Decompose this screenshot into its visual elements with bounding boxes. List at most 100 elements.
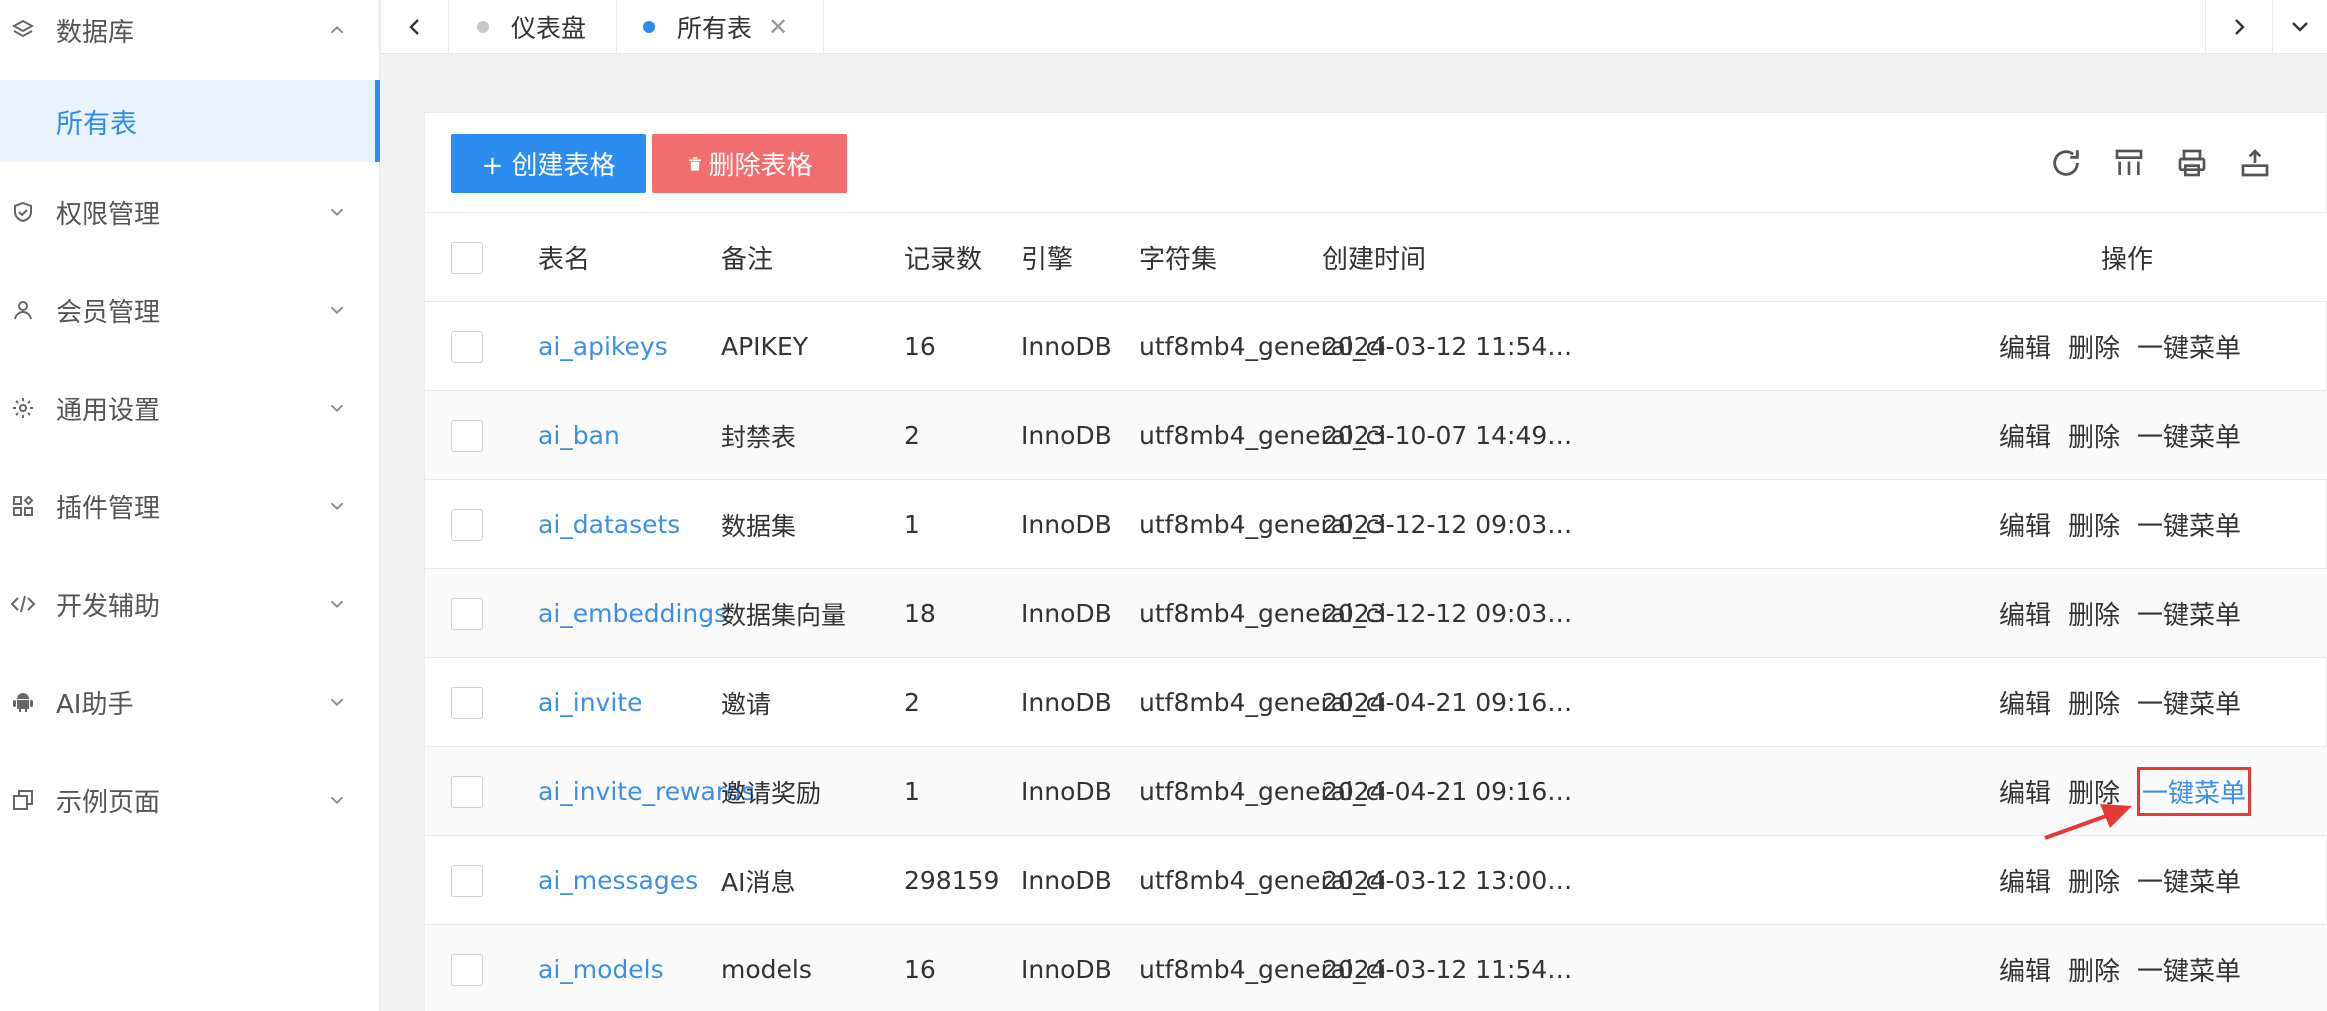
layers-icon <box>10 17 36 43</box>
export-icon <box>2241 149 2269 177</box>
delete-button[interactable]: 删除 <box>2068 506 2120 543</box>
cell-records: 16 <box>904 955 936 984</box>
refresh-icon <box>2053 150 2079 176</box>
row-actions: 编辑 删除 一键菜单 <box>1999 569 2258 658</box>
delete-button[interactable]: 删除 <box>2068 595 2120 632</box>
delete-table-button[interactable]: 删除表格 <box>652 134 847 193</box>
cell-records: 1 <box>904 777 920 806</box>
cell-created: 2023-12-12 09:03… <box>1322 510 1573 539</box>
tab-dashboard-label: 仪表盘 <box>511 14 587 43</box>
one-click-menu-button[interactable]: 一键菜单 <box>2137 595 2241 632</box>
menu-ai[interactable]: AI助手 <box>0 662 378 742</box>
header-records[interactable]: 记录数 <box>904 213 982 302</box>
menu-members[interactable]: 会员管理 <box>0 270 378 350</box>
menu-plugins[interactable]: 插件管理 <box>0 466 378 546</box>
table-name-link[interactable]: ai_models <box>538 925 664 1011</box>
edit-button[interactable]: 编辑 <box>1999 684 2051 721</box>
create-table-button[interactable]: + 创建表格 <box>451 134 646 193</box>
edit-button[interactable]: 编辑 <box>1999 595 2051 632</box>
table-row: ai_apikeys APIKEY 16 InnoDB utf8mb4_gene… <box>425 301 2327 390</box>
close-icon[interactable]: ✕ <box>768 13 788 41</box>
table-row: ai_invite 邀请 2 InnoDB utf8mb4_general_ci… <box>425 657 2327 746</box>
submenu-all-tables[interactable]: 所有表 <box>0 80 380 162</box>
header-remark[interactable]: 备注 <box>721 213 773 302</box>
delete-button[interactable]: 删除 <box>2068 684 2120 721</box>
table-row: ai_models models 16 InnoDB utf8mb4_gener… <box>425 924 2327 1011</box>
menu-dev[interactable]: 开发辅助 <box>0 564 378 644</box>
table-name-link[interactable]: ai_ban <box>538 391 620 480</box>
edit-button[interactable]: 编辑 <box>1999 506 2051 543</box>
row-checkbox[interactable] <box>451 687 483 719</box>
sidebar: 数据库 所有表 权限管理 会员管理 通用设置 插件管理 开发辅助 AI助手 示例… <box>0 0 380 1011</box>
row-checkbox[interactable] <box>451 865 483 897</box>
tab-all-tables-label: 所有表 <box>677 14 753 43</box>
table-name-link[interactable]: ai_datasets <box>538 480 680 569</box>
select-all-checkbox[interactable] <box>451 242 483 274</box>
header-created[interactable]: 创建时间 <box>1322 213 1426 302</box>
edit-button[interactable]: 编辑 <box>1999 951 2051 988</box>
tab-all-tables[interactable]: 所有表 ✕ <box>617 0 824 54</box>
tab-scroll-right-button[interactable] <box>2205 0 2273 54</box>
one-click-menu-button[interactable]: 一键菜单 <box>2137 417 2241 454</box>
header-ops: 操作 <box>2101 245 2154 275</box>
delete-button[interactable]: 删除 <box>2068 328 2120 365</box>
print-icon <box>2178 149 2206 177</box>
row-checkbox[interactable] <box>451 509 483 541</box>
edit-button[interactable]: 编辑 <box>1999 773 2051 810</box>
chevron-down-icon <box>330 502 344 511</box>
shield-icon <box>10 199 36 225</box>
cell-remark: APIKEY <box>721 332 809 361</box>
delete-button[interactable]: 删除 <box>2068 862 2120 899</box>
delete-button[interactable]: 删除 <box>2068 773 2120 810</box>
one-click-menu-button[interactable]: 一键菜单 <box>2137 684 2241 721</box>
android-icon <box>10 689 36 715</box>
chevron-down-icon <box>330 600 344 609</box>
tab-scroll-left-button[interactable] <box>381 0 449 54</box>
table-row: ai_ban 封禁表 2 InnoDB utf8mb4_general_ci 2… <box>425 390 2327 479</box>
one-click-menu-button[interactable]: 一键菜单 <box>2137 951 2241 988</box>
edit-button[interactable]: 编辑 <box>1999 862 2051 899</box>
table-name-link[interactable]: ai_embeddings <box>538 569 727 658</box>
one-click-menu-button[interactable]: 一键菜单 <box>2137 862 2241 899</box>
submenu-all-tables-label: 所有表 <box>56 108 137 140</box>
one-click-menu-button[interactable]: 一键菜单 <box>2137 506 2241 543</box>
table-name-link[interactable]: ai_messages <box>538 836 698 925</box>
export-button[interactable] <box>2235 143 2275 183</box>
tab-active-dot <box>643 21 655 33</box>
edit-button[interactable]: 编辑 <box>1999 328 2051 365</box>
cell-engine: InnoDB <box>1021 510 1112 539</box>
menu-examples[interactable]: 示例页面 <box>0 760 378 840</box>
header-charset[interactable]: 字符集 <box>1139 213 1217 302</box>
columns-button[interactable] <box>2109 143 2149 183</box>
row-actions: 编辑 删除 一键菜单 <box>1999 747 2252 836</box>
row-checkbox[interactable] <box>451 598 483 630</box>
delete-button[interactable]: 删除 <box>2068 951 2120 988</box>
cell-created: 2023-12-12 09:03… <box>1322 599 1573 628</box>
chevron-right-icon <box>2235 19 2245 35</box>
row-checkbox[interactable] <box>451 331 483 363</box>
header-engine[interactable]: 引擎 <box>1021 213 1073 302</box>
print-button[interactable] <box>2172 143 2212 183</box>
user-icon <box>10 297 36 323</box>
menu-permissions[interactable]: 权限管理 <box>0 172 378 252</box>
one-click-menu-button[interactable]: 一键菜单 <box>2137 328 2241 365</box>
row-checkbox[interactable] <box>451 420 483 452</box>
table-name-link[interactable]: ai_invite <box>538 658 642 747</box>
table-panel: + 创建表格 删除表格 表名 备注 记录数 引擎 字符集 创建时间 操作 ai_… <box>424 112 2327 1011</box>
menu-database[interactable]: 数据库 <box>0 0 378 70</box>
tab-status-dot <box>477 21 489 33</box>
row-checkbox[interactable] <box>451 954 483 986</box>
table-name-link[interactable]: ai_apikeys <box>538 302 668 391</box>
row-actions: 编辑 删除 一键菜单 <box>1999 480 2258 569</box>
row-checkbox[interactable] <box>451 776 483 808</box>
table-row: ai_invite_rewards 邀请奖励 1 InnoDB utf8mb4_… <box>425 746 2327 835</box>
tab-menu-button[interactable] <box>2273 0 2327 54</box>
delete-button[interactable]: 删除 <box>2068 417 2120 454</box>
refresh-button[interactable] <box>2046 143 2086 183</box>
edit-button[interactable]: 编辑 <box>1999 417 2051 454</box>
one-click-menu-button-highlighted[interactable]: 一键菜单 <box>2137 767 2252 816</box>
cell-remark: 数据集 <box>721 511 797 541</box>
header-name[interactable]: 表名 <box>538 213 590 302</box>
menu-settings[interactable]: 通用设置 <box>0 368 378 448</box>
tab-dashboard[interactable]: 仪表盘 <box>449 0 617 54</box>
